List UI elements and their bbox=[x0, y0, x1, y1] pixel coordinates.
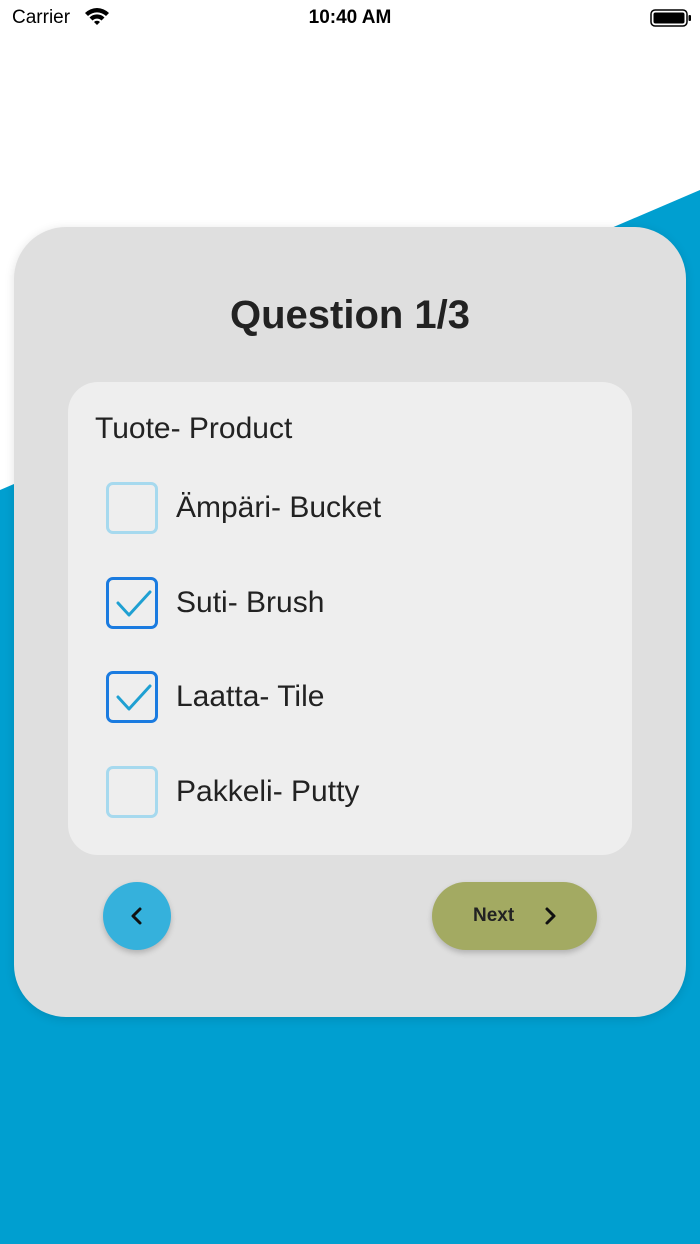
question-card: Question 1/3 Tuote- Product Ämpäri- Buck… bbox=[14, 227, 686, 1017]
checkbox-putty[interactable] bbox=[106, 766, 158, 818]
option-tile[interactable]: Laatta- Tile bbox=[106, 671, 606, 729]
chevron-right-icon bbox=[545, 907, 556, 925]
next-button-label: Next bbox=[473, 905, 515, 926]
checkbox-bucket[interactable] bbox=[106, 482, 158, 534]
option-label: Pakkeli- Putty bbox=[176, 775, 360, 808]
option-brush[interactable]: Suti- Brush bbox=[106, 577, 606, 635]
battery-icon bbox=[650, 9, 691, 27]
options-panel: Tuote- Product Ämpäri- Bucket Suti- Brus… bbox=[68, 382, 632, 855]
next-button[interactable]: Next bbox=[432, 882, 597, 950]
option-putty[interactable]: Pakkeli- Putty bbox=[106, 766, 606, 824]
category-label: Tuote- Product bbox=[95, 412, 293, 445]
chevron-left-icon bbox=[131, 907, 142, 925]
option-bucket[interactable]: Ämpäri- Bucket bbox=[106, 482, 606, 540]
status-bar: Carrier 10:40 AM bbox=[0, 0, 700, 36]
checkbox-brush[interactable] bbox=[106, 577, 158, 629]
option-label: Laatta- Tile bbox=[176, 680, 325, 713]
question-title: Question 1/3 bbox=[229, 293, 471, 337]
option-label: Ämpäri- Bucket bbox=[176, 491, 382, 524]
checkmark-icon bbox=[116, 684, 152, 711]
back-button[interactable] bbox=[103, 882, 171, 950]
option-label: Suti- Brush bbox=[176, 586, 325, 619]
status-time: 10:40 AM bbox=[308, 7, 392, 28]
checkmark-icon bbox=[116, 590, 152, 617]
checkbox-tile[interactable] bbox=[106, 671, 158, 723]
